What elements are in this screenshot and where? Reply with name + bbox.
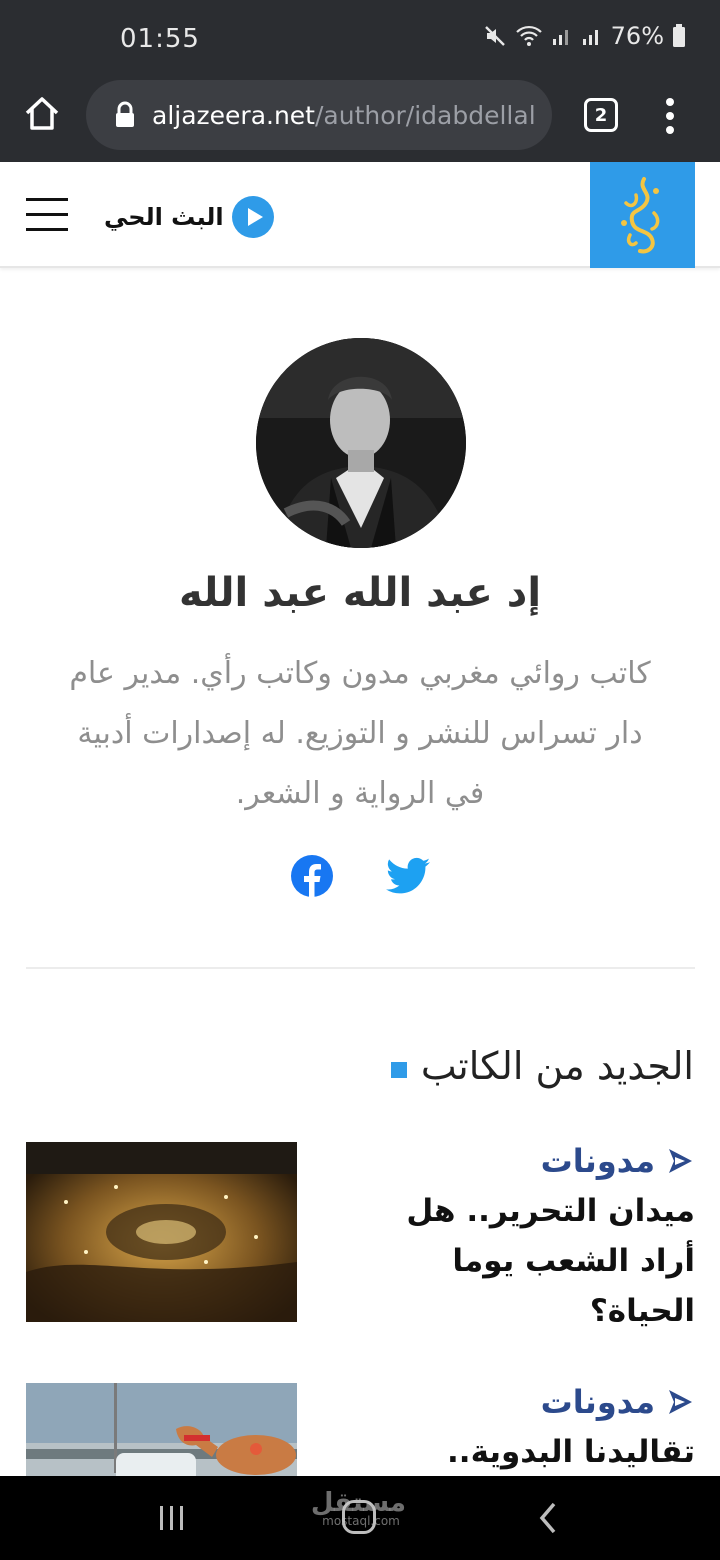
site-header: البث الحي (0, 162, 720, 268)
category-label: مدونات (540, 1142, 655, 1180)
home-icon[interactable] (22, 94, 62, 134)
browser-toolbar: aljazeera.net/author/idabdellal 2 (0, 80, 720, 162)
live-label: البث الحي (104, 203, 224, 231)
section-title: الجديد من الكاتب (420, 1044, 694, 1088)
url-text: aljazeera.net/author/idabdellal (152, 101, 536, 130)
facebook-icon[interactable] (290, 854, 334, 898)
category-label: مدونات (540, 1383, 655, 1421)
back-icon[interactable] (538, 1502, 558, 1534)
article-thumbnail[interactable] (26, 1142, 297, 1322)
hamburger-menu-icon[interactable] (26, 198, 68, 232)
signal-icon (552, 30, 568, 45)
article-card[interactable]: مدونات ميدان التحرير.. هل أراد الشعب يوم… (26, 1142, 695, 1342)
more-menu-icon[interactable] (660, 96, 680, 136)
author-photo (256, 338, 466, 548)
mute-icon (484, 26, 505, 46)
address-bar[interactable]: aljazeera.net/author/idabdellal (86, 80, 552, 150)
url-domain: aljazeera.net (152, 100, 315, 130)
status-bar: 01:55 76% (0, 0, 720, 80)
section-divider (26, 967, 695, 969)
url-path: /author/idabdellal (315, 100, 536, 130)
aljazeera-logo[interactable] (590, 162, 695, 268)
logo-calligraphy-icon (620, 177, 659, 254)
blogs-arrow-icon (669, 1390, 692, 1414)
status-time: 01:55 (120, 24, 200, 54)
latest-section-header: الجديد من الكاتب (390, 1044, 694, 1088)
author-bio: كاتب روائي مغربي مدون وكاتب رأي. مدير عا… (69, 656, 651, 811)
battery-percent: 76% (610, 22, 664, 50)
article-title[interactable]: تقاليدنا البدوية.. (345, 1427, 695, 1477)
tahrir-square-image (26, 1142, 297, 1322)
article-title[interactable]: ميدان التحرير.. هل أراد الشعب يوما الحيا… (345, 1186, 695, 1336)
live-stream-link[interactable]: البث الحي (104, 196, 274, 238)
author-avatar (256, 338, 466, 548)
recent-apps-icon[interactable] (158, 1504, 186, 1532)
system-navigation-bar: مستقل mostaql.com (0, 1476, 720, 1560)
tab-count: 2 (594, 104, 608, 126)
watermark: مستقل mostaql.com (311, 1488, 406, 1528)
article-category[interactable]: مدونات (541, 1142, 695, 1180)
signal-icon-2 (582, 30, 598, 45)
wifi-icon (515, 25, 542, 46)
lock-icon (116, 101, 134, 127)
watermark-sub: mostaql.com (322, 1514, 400, 1528)
section-marker-icon (390, 1062, 407, 1078)
play-icon (231, 196, 274, 238)
article-category[interactable]: مدونات (541, 1383, 695, 1421)
twitter-icon[interactable] (386, 856, 430, 896)
battery-icon (673, 24, 685, 47)
status-icons: 76% (483, 22, 686, 50)
tab-switcher-button[interactable]: 2 (584, 98, 618, 132)
social-links (290, 852, 440, 900)
author-name: إد عبد الله عبد الله (178, 570, 542, 616)
blogs-arrow-icon (669, 1149, 692, 1173)
